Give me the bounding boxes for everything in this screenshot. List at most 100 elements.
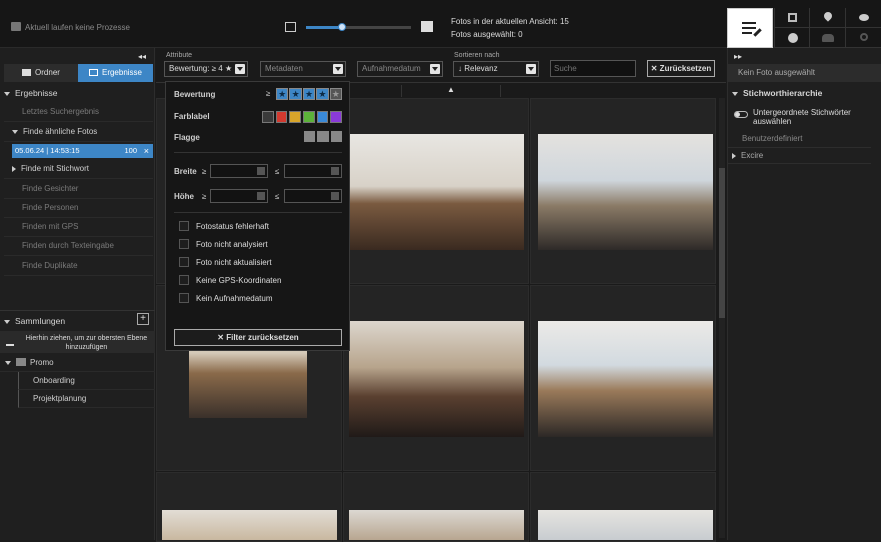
checkbox-label: Foto nicht aktualisiert [196,258,272,267]
collection-promo[interactable]: Promo [0,354,155,372]
photo-tile[interactable] [530,98,716,284]
width-max-input[interactable] [284,164,342,178]
color-swatch[interactable] [289,111,302,123]
color-swatches[interactable] [262,111,343,123]
find-persons-label: Finde Personen [22,203,79,212]
color-swatch[interactable] [275,111,288,123]
flag-rejected-icon[interactable] [330,131,342,142]
scroll-up-icon[interactable]: ▲ [401,85,501,97]
find-with-gps[interactable]: Finden mit GPS [4,217,153,237]
find-faces[interactable]: Finde Gesichter [4,179,153,199]
photo-tile[interactable] [156,472,342,542]
scrollbar-thumb[interactable] [719,168,725,318]
photo-thumbnail [538,134,713,250]
height-max-input[interactable] [284,189,342,203]
color-swatch[interactable] [316,111,329,123]
color-swatch[interactable] [303,111,315,123]
photo-tile[interactable] [530,285,716,471]
color-swatch[interactable] [330,111,343,123]
find-by-text[interactable]: Finden durch Texteingabe [4,236,153,256]
photo-tile[interactable] [530,472,716,542]
checkbox[interactable] [179,257,189,267]
status-checkbox-row[interactable]: Kein Aufnahmedatum [179,292,344,310]
attribute-filter-popup: Bewertung ≥ ★ ★ ★ ★ ★ Farblabel Flagge Breit… [165,81,350,351]
collections-header-label: Sammlungen [15,316,66,326]
results-header-label: Ergebnisse [15,88,58,98]
reset-button[interactable]: ✕ Zurücksetzen [647,60,715,77]
stepper-icon[interactable] [257,192,265,200]
checkbox[interactable] [179,221,189,231]
stepper-icon[interactable] [257,167,265,175]
chevron-right-icon [732,152,736,159]
edit-list-icon[interactable] [727,8,773,48]
close-icon[interactable]: × [144,144,149,158]
stepper-icon[interactable] [331,167,339,175]
tab-results[interactable]: Ergebnisse [78,64,153,82]
status-checkboxes: Fotostatus fehlerhaft Foto nicht analysie… [179,220,344,310]
no-color-swatch[interactable] [262,111,274,123]
key-icon[interactable] [845,8,881,28]
expand-right-icon[interactable]: ▸▸ [734,52,742,61]
metadata-select[interactable]: Metadaten [260,61,346,77]
photo-tile[interactable] [343,285,529,471]
star-icon[interactable]: ★ [302,88,316,100]
collection-onboarding[interactable]: Onboarding [18,372,155,390]
add-collection-button[interactable]: + [137,313,149,325]
status-checkbox-row[interactable]: Foto nicht aktualisiert [179,256,344,274]
filter-reset-button[interactable]: ✕ Filter zurücksetzen [174,329,342,346]
stepper-icon[interactable] [331,192,339,200]
search-icon[interactable] [845,28,881,48]
face-icon[interactable] [774,28,809,48]
star-icon[interactable]: ★ [329,88,343,100]
flag-picked-icon[interactable] [317,131,329,142]
active-result-row[interactable]: 05.06.24 | 14:53:15 100 × [12,144,153,158]
collection-projektplanung[interactable]: Projektplanung [18,390,155,408]
results-header[interactable]: Ergebnisse [0,84,155,102]
rating-stars[interactable]: ★ ★ ★ ★ ★ [276,88,343,100]
find-duplicates[interactable]: Finde Duplikate [4,256,153,276]
location-pin-icon[interactable] [809,8,845,28]
checkbox[interactable] [179,275,189,285]
width-min-input[interactable] [210,164,268,178]
checkbox[interactable] [179,239,189,249]
status-checkbox-row[interactable]: Foto nicht analysiert [179,238,344,256]
find-persons[interactable]: Finde Personen [4,198,153,218]
keyword-hierarchy-header[interactable]: Stichworthierarchie [728,84,881,102]
star-icon[interactable]: ★ [276,88,289,100]
photo-tile[interactable] [343,98,529,284]
attributes-label: Attribute [166,52,193,59]
date-select[interactable]: Aufnahmedatum [357,61,443,77]
copy-icon[interactable] [774,8,809,28]
search-input[interactable] [550,60,636,77]
star-icon[interactable]: ★ [289,88,302,100]
checkbox[interactable] [179,293,189,303]
zoom-slider[interactable] [306,23,411,31]
tab-folders[interactable]: Ordner [4,64,78,82]
rating-select[interactable]: Bewertung: ≥ 4 ★ [164,61,248,77]
drop-zone[interactable]: Hierhin ziehen, um zur obersten Ebene hi… [0,331,155,353]
find-faces-label: Finde Gesichter [22,184,79,193]
find-similar-photos[interactable]: Finde ähnliche Fotos [4,122,153,142]
sort-select[interactable]: ↓ Relevanz [453,61,539,77]
star-icon[interactable]: ★ [316,88,329,100]
people-icon[interactable] [809,28,845,48]
subkeywords-toggle[interactable] [734,111,748,118]
custom-keywords[interactable]: Benutzerdefiniert [728,130,871,148]
collection-folder-icon [16,358,26,366]
rating-operator[interactable]: ≥ [266,89,270,98]
height-min-input[interactable] [210,189,268,203]
scrollbar[interactable] [719,98,725,538]
photo-tile[interactable] [343,472,529,542]
zoom-slider-handle[interactable] [337,23,346,31]
status-checkbox-row[interactable]: Fotostatus fehlerhaft [179,220,344,238]
last-search-result[interactable]: Letztes Suchergebnis [4,102,153,122]
flag-any-icon[interactable] [304,131,316,142]
collapse-left-icon[interactable]: ◂◂ [138,52,146,61]
excire-keywords[interactable]: Excire [728,148,871,164]
status-checkbox-row[interactable]: Keine GPS-Koordinaten [179,274,344,292]
find-with-keyword[interactable]: Finde mit Stichwort [4,159,153,179]
large-image-icon[interactable] [421,21,433,32]
collections-header[interactable]: Sammlungen [0,310,155,328]
flag-buttons[interactable] [304,131,342,142]
small-image-icon[interactable] [285,22,296,32]
